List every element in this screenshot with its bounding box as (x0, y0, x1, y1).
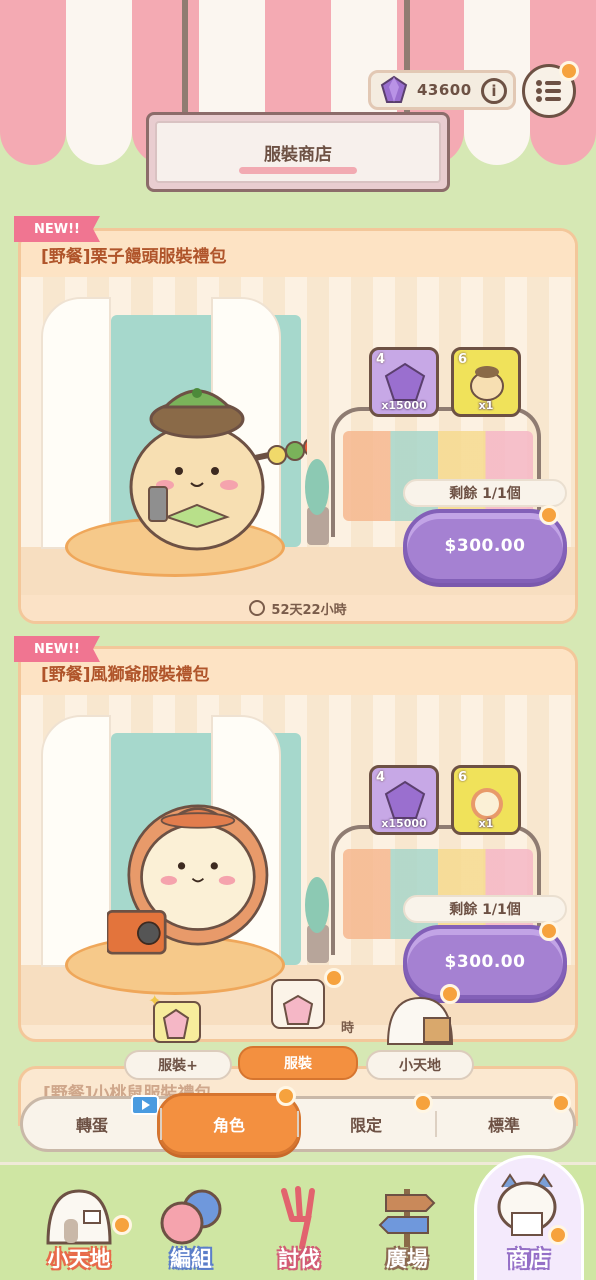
main-tab-bar: 轉蛋 角色 限定 標準 (20, 1086, 576, 1155)
tab-gacha[interactable]: 轉蛋 (23, 1095, 161, 1149)
subtab-small-world[interactable]: 小天地 (366, 1050, 474, 1080)
reward-item-gems[interactable]: 4 x15000 (369, 347, 439, 417)
price-label: $300.00 (444, 952, 526, 972)
notification-dot (559, 61, 579, 81)
offer-card-chestnut: [野餐]栗子饅頭服裝禮包 4 x15000 6 x1 剩餘 1/1個 $300.… (18, 228, 578, 624)
notification-dot (276, 1086, 296, 1106)
menu-button[interactable] (522, 61, 579, 118)
notification-dot (413, 1093, 433, 1113)
costume-plus-icon: ✦ (148, 991, 201, 1043)
info-button[interactable]: i (481, 78, 507, 104)
fork-icon (281, 1186, 315, 1249)
character-costume-icon (471, 788, 503, 820)
offer-timer: 52天22小時 (21, 595, 575, 621)
team-icon (160, 1189, 222, 1245)
list-menu-icon (536, 80, 561, 102)
subtab-costume[interactable]: 服裝 (238, 1046, 358, 1080)
nav-small-world[interactable]: 小天地 (24, 1173, 134, 1280)
gem-amount: 43600 (417, 81, 472, 99)
nav-plaza[interactable]: 廣場 (352, 1173, 462, 1280)
shop-sign: 服裝商店 (146, 112, 450, 192)
nav-subjugation[interactable]: 討伐 (244, 1173, 354, 1280)
notification-dot (539, 505, 559, 525)
notification-dot (112, 1215, 132, 1235)
chestnut-character-illustration (129, 388, 307, 551)
offer-title: [野餐]栗子饅頭服裝禮包 (41, 246, 227, 267)
subtab-costume-plus[interactable]: 服裝+ (124, 1050, 232, 1080)
offer-title: [野餐]風獅爺服裝禮包 (41, 664, 210, 685)
tab-standard[interactable]: 標準 (435, 1093, 573, 1149)
reward-item-gems[interactable]: 4 x15000 (369, 765, 439, 835)
bottom-navigation: 小天地 編組 討伐 廣場 商店 (0, 1155, 596, 1280)
nav-team[interactable]: 編組 (136, 1173, 246, 1280)
svg-text:✦: ✦ (148, 991, 161, 1010)
notification-dot (539, 921, 559, 941)
house-icon (46, 1189, 112, 1245)
signpost-icon (378, 1189, 436, 1247)
tab-limited[interactable]: 限定 (297, 1093, 435, 1149)
notification-dot (440, 984, 460, 1004)
remaining-stock: 剩餘 1/1個 (403, 895, 567, 923)
gem-currency-display: 43600 i (368, 70, 516, 110)
price-label: $300.00 (444, 536, 526, 556)
clock-icon (249, 600, 266, 616)
remaining-stock: 剩餘 1/1個 (403, 479, 567, 507)
new-badge: NEW!! (14, 216, 100, 242)
gem-icon (380, 75, 408, 103)
video-play-icon (131, 1095, 159, 1115)
character-costume-icon (470, 366, 504, 401)
purchase-button[interactable]: $300.00 (403, 505, 567, 583)
page-title: 服裝商店 (264, 144, 332, 165)
notification-dot (324, 968, 344, 988)
tab-character[interactable]: 角色 (157, 1086, 301, 1155)
gem-icon (384, 780, 426, 819)
notification-dot (548, 1225, 568, 1245)
gem-icon (384, 362, 426, 401)
notification-dot (551, 1093, 571, 1113)
nav-shop[interactable]: 商店 (474, 1173, 584, 1280)
reward-item-costume[interactable]: 6 x1 (451, 347, 521, 417)
shisa-character-illustration (107, 804, 269, 955)
new-badge: NEW!! (14, 636, 100, 662)
sign-rope-left (182, 0, 188, 112)
costume-icon (271, 979, 325, 1029)
reward-item-costume[interactable]: 6 x1 (451, 765, 521, 835)
